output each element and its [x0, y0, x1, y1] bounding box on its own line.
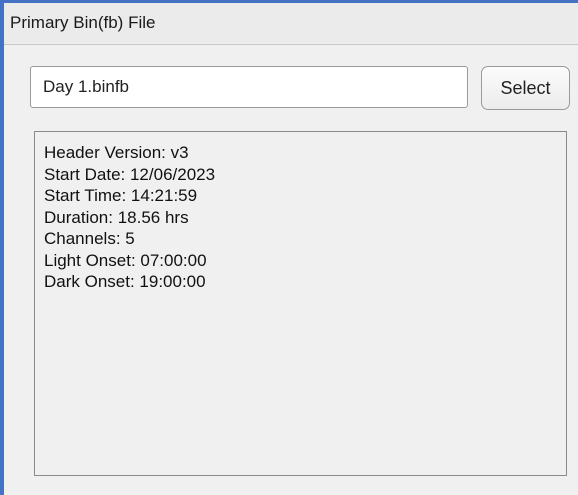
panel-title: Primary Bin(fb) File: [10, 13, 156, 32]
info-channels: Channels: 5: [44, 229, 135, 248]
info-dark-onset: Dark Onset: 19:00:00: [44, 272, 206, 291]
select-button[interactable]: Select: [481, 66, 570, 110]
header-info-textarea[interactable]: Header Version: v3 Start Date: 12/06/202…: [34, 131, 567, 476]
file-path-field[interactable]: [30, 66, 468, 108]
info-start-date: Start Date: 12/06/2023: [44, 164, 216, 184]
info-start-time: Start Time: 14:21:59: [44, 186, 198, 205]
info-duration: Duration: 18.56 hrs: [44, 207, 189, 227]
info-light-onset: Light Onset: 07:00:00: [44, 250, 207, 270]
info-header-version: Header Version: v3: [44, 143, 189, 162]
panel-header: Primary Bin(fb) File: [4, 3, 578, 45]
